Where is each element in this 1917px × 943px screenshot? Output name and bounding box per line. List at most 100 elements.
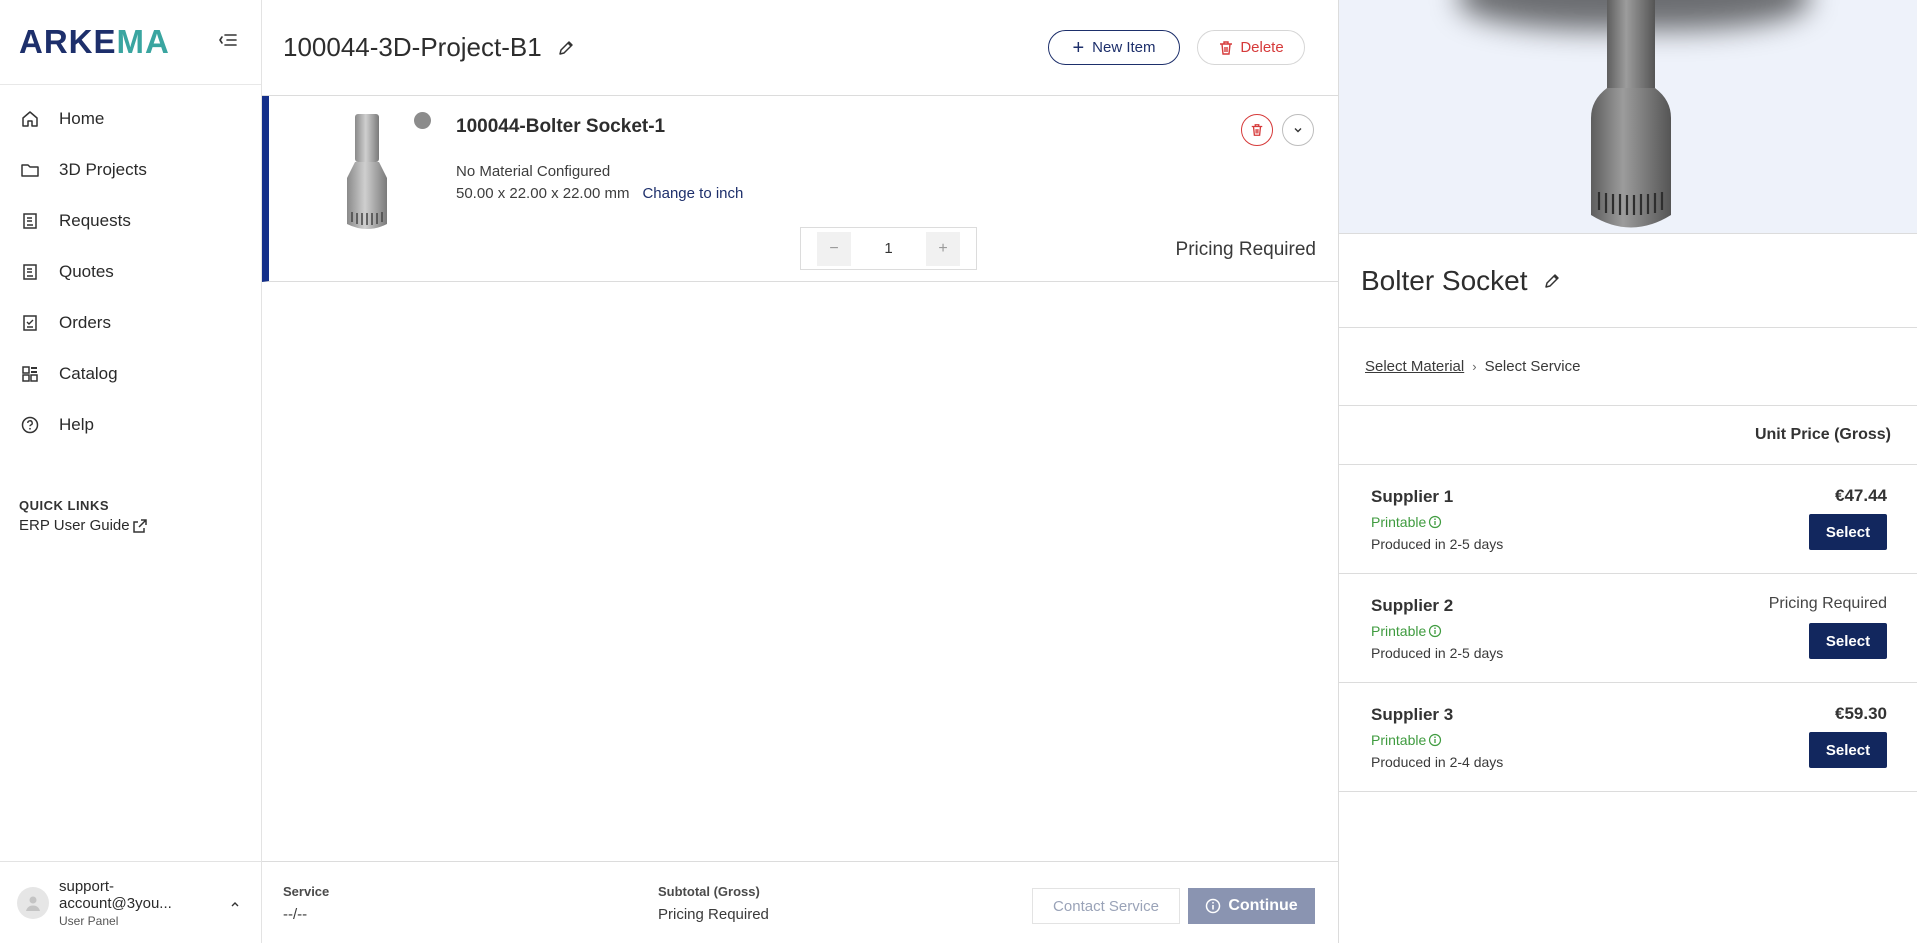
sidebar: ARKEMA Home 3D Projects Requests Quotes … <box>0 0 262 943</box>
item-dimensions-value: 50.00 x 22.00 x 22.00 mm <box>456 185 630 202</box>
summary-footer: Service --/-- Subtotal (Gross) Pricing R… <box>262 861 1338 943</box>
brand-logo-part2: MA <box>116 23 170 60</box>
part-thumbnail[interactable] <box>337 112 397 234</box>
edit-icon[interactable] <box>1542 271 1562 291</box>
nav-item-label: Home <box>59 108 105 128</box>
supplier-row: Supplier 3 Printable Produced in 2-4 day… <box>1339 683 1917 792</box>
item-pricing-status: Pricing Required <box>1175 239 1316 260</box>
contact-service-button[interactable]: Contact Service <box>1032 888 1180 924</box>
user-name: support-account@3you... <box>59 877 172 912</box>
app-root: ARKEMA Home 3D Projects Requests Quotes … <box>0 0 1917 943</box>
supplier-price: Pricing Required <box>1768 595 1887 612</box>
erp-user-guide-label: ERP User Guide <box>19 517 130 534</box>
part-title-text: Bolter Socket <box>1361 265 1528 296</box>
item-material: No Material Configured <box>456 163 611 180</box>
info-icon[interactable] <box>1428 624 1442 638</box>
nav-item-home[interactable]: Home <box>0 93 261 144</box>
document-icon <box>23 212 37 229</box>
trash-icon <box>1220 40 1233 55</box>
nav-item-catalog[interactable]: Catalog <box>0 348 261 399</box>
supplier-name: Supplier 1 <box>1371 487 1454 506</box>
user-panel[interactable]: support-account@3you... User Panel <box>0 861 261 943</box>
nav-item-help[interactable]: Help <box>0 399 261 450</box>
document-icon <box>23 263 37 280</box>
brand-logo[interactable]: ARKEMA <box>19 23 170 61</box>
home-icon <box>22 110 38 127</box>
supplier-name: Supplier 2 <box>1371 596 1454 615</box>
part-3d-model[interactable] <box>1577 0 1685 234</box>
project-item-row[interactable]: 100044-Bolter Socket-1 No Material Confi… <box>262 96 1338 282</box>
service-label: Service <box>283 884 330 899</box>
user-icon <box>26 896 40 911</box>
part-title-bar: Bolter Socket <box>1339 234 1917 328</box>
checklist-icon <box>23 314 37 331</box>
chevron-right-icon: › <box>1472 359 1477 374</box>
breadcrumb: Select Material › Select Service <box>1339 328 1917 406</box>
help-icon <box>21 416 39 433</box>
part-title: Bolter Socket <box>1361 265 1562 297</box>
nav-item-3d-projects[interactable]: 3D Projects <box>0 144 261 195</box>
production-time: Produced in 2-5 days <box>1371 645 1504 661</box>
new-item-label: New Item <box>1092 39 1156 56</box>
breadcrumb-select-service: Select Service <box>1484 358 1581 375</box>
printable-status: Printable <box>1371 623 1442 639</box>
nav-item-label: Orders <box>59 312 111 332</box>
new-item-button[interactable]: + New Item <box>1048 30 1180 65</box>
expand-item-button[interactable] <box>1282 114 1314 146</box>
external-link-icon <box>132 518 147 533</box>
printable-label: Printable <box>1371 732 1427 748</box>
decrement-button[interactable]: − <box>817 231 851 266</box>
quantity-value[interactable]: 1 <box>884 240 892 257</box>
supplier-price: €59.30 <box>1835 704 1887 723</box>
increment-button[interactable]: + <box>926 231 960 266</box>
main-nav: Home 3D Projects Requests Quotes Orders … <box>0 93 261 450</box>
unit-price-header: Unit Price (Gross) <box>1339 406 1917 465</box>
configuration-panel: Bolter Socket Select Material › Select S… <box>1338 0 1917 943</box>
chevron-down-icon <box>1294 128 1302 133</box>
subtotal-value: Pricing Required <box>658 906 769 923</box>
info-icon <box>1206 898 1221 914</box>
project-header: 100044-3D-Project-B1 + New Item Delete <box>262 0 1338 96</box>
edit-icon[interactable] <box>556 38 576 58</box>
nav-item-requests[interactable]: Requests <box>0 195 261 246</box>
printable-status: Printable <box>1371 732 1442 748</box>
quick-links: QUICK LINKS ERP User Guide <box>19 498 148 534</box>
change-unit-link[interactable]: Change to inch <box>642 185 743 202</box>
subtotal-label: Subtotal (Gross) <box>658 884 760 899</box>
nav-item-label: 3D Projects <box>59 159 147 179</box>
item-name: 100044-Bolter Socket-1 <box>456 116 666 137</box>
supplier-price: €47.44 <box>1835 486 1887 505</box>
nav-item-orders[interactable]: Orders <box>0 297 261 348</box>
breadcrumb-select-material[interactable]: Select Material <box>1365 358 1464 375</box>
user-role: User Panel <box>59 913 119 928</box>
delete-item-button[interactable] <box>1241 114 1273 146</box>
main-content: 100044-3D-Project-B1 + New Item Delete 1… <box>262 0 1338 943</box>
trash-icon <box>1251 124 1263 136</box>
info-icon[interactable] <box>1428 515 1442 529</box>
select-supplier-button[interactable]: Select <box>1809 623 1887 659</box>
continue-button[interactable]: Continue <box>1188 888 1315 924</box>
select-supplier-button[interactable]: Select <box>1809 514 1887 550</box>
nav-item-label: Quotes <box>59 261 114 281</box>
nav-item-label: Catalog <box>59 363 118 383</box>
supplier-name: Supplier 3 <box>1371 705 1454 724</box>
brand-header: ARKEMA <box>0 0 261 85</box>
delete-project-button[interactable]: Delete <box>1197 30 1305 65</box>
item-dimensions: 50.00 x 22.00 x 22.00 mm Change to inch <box>456 185 743 202</box>
project-title-text: 100044-3D-Project-B1 <box>283 32 542 62</box>
chevron-up-icon[interactable] <box>229 898 241 910</box>
production-time: Produced in 2-5 days <box>1371 536 1504 552</box>
continue-label: Continue <box>1228 897 1298 914</box>
quick-links-title: QUICK LINKS <box>19 498 109 513</box>
production-time: Produced in 2-4 days <box>1371 754 1504 770</box>
nav-item-quotes[interactable]: Quotes <box>0 246 261 297</box>
erp-user-guide-link[interactable]: ERP User Guide <box>19 517 148 534</box>
supplier-row: Supplier 1 Printable Produced in 2-5 day… <box>1339 465 1917 574</box>
select-supplier-button[interactable]: Select <box>1809 732 1887 768</box>
info-icon[interactable] <box>1428 733 1442 747</box>
service-value: --/-- <box>283 906 308 923</box>
plus-icon: + <box>1072 36 1085 59</box>
status-indicator <box>414 112 431 129</box>
collapse-sidebar-icon[interactable] <box>219 32 237 48</box>
3d-preview-viewport[interactable] <box>1339 0 1917 234</box>
